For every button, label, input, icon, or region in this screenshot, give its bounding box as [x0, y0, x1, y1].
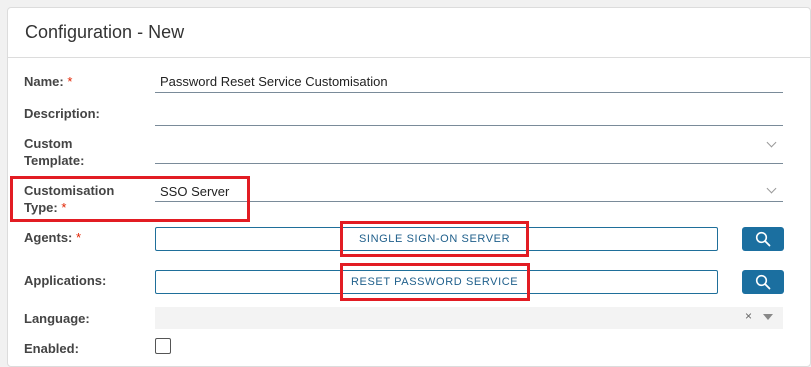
enabled-label: Enabled: [24, 341, 79, 356]
description-field[interactable] [160, 106, 780, 122]
description-field-underline [155, 125, 783, 126]
caret-down-icon[interactable] [763, 314, 773, 320]
highlight-box-customisation-type [10, 176, 250, 222]
clear-icon[interactable]: × [745, 309, 752, 323]
name-field-underline [155, 92, 783, 93]
required-marker: * [76, 230, 82, 245]
enabled-checkbox[interactable] [155, 338, 171, 354]
agents-label: Agents: * [24, 229, 81, 246]
name-label-text: Name: [24, 74, 64, 89]
panel-header: Configuration - New [8, 8, 810, 58]
highlight-box-applications [340, 263, 530, 301]
name-field[interactable]: Password Reset Service Customisation [160, 74, 388, 89]
custom-template-label-line1: Custom [24, 136, 73, 151]
applications-label: Applications: [24, 273, 107, 288]
custom-template-underline [155, 163, 783, 164]
custom-template-select[interactable] [155, 135, 783, 163]
required-marker: * [67, 74, 73, 89]
search-icon [755, 274, 771, 290]
language-label: Language: [24, 311, 90, 326]
description-label: Description: [24, 106, 100, 121]
highlight-box-agents [340, 221, 529, 257]
name-label: Name: * [24, 73, 72, 90]
page-title: Configuration - New [25, 22, 185, 42]
agents-label-text: Agents: [24, 230, 73, 245]
applications-search-button[interactable] [742, 270, 784, 294]
custom-template-label: Custom Template: [24, 135, 84, 169]
language-select[interactable] [155, 307, 783, 329]
search-icon [755, 231, 771, 247]
custom-template-label-line2: Template: [24, 153, 85, 168]
agents-search-button[interactable] [742, 227, 784, 251]
